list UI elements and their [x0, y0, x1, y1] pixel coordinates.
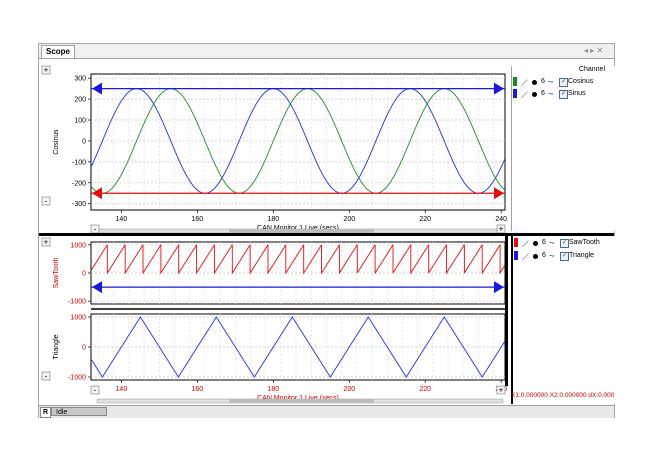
y-tick-label: -300: [72, 201, 86, 208]
x-tick-label: 200: [343, 216, 355, 223]
x-tick-label: 140: [116, 386, 128, 393]
y-tick-label: 0: [82, 271, 86, 278]
y-axis-label: Cosinus: [53, 129, 60, 155]
y-tick-label: 1000: [70, 315, 86, 322]
wave-icon[interactable]: ⏦: [548, 91, 554, 99]
y-tick-label: -1000: [68, 375, 86, 382]
top-chart[interactable]: 300 200 100 0 -100 -200 -300 140 160 180 200 220 240…: [39, 59, 511, 234]
h-scroll-thumb: [229, 399, 374, 403]
line-width[interactable]: 6: [541, 90, 545, 97]
bottom-chart[interactable]: 1000 0 -1000 SawTooth 1000 0 -1000 140 160 180 200…: [39, 236, 511, 404]
line-style-icon[interactable]: ／: [522, 252, 529, 262]
wave-icon[interactable]: ⏦: [549, 240, 555, 248]
scope-window: Scope ◂ ▸ ✕ 300 200 100 0 -100 -200 -300 140 160…: [38, 43, 616, 418]
line-width[interactable]: 6: [542, 239, 546, 246]
y-zoom-out-button-glyph: -: [45, 197, 48, 206]
line-width[interactable]: 6: [541, 78, 545, 85]
bottom-legend: ／ 6 ⏦ ✓ SawTooth ／ 6 ⏦ ✓ Triangle: [511, 236, 616, 404]
y-tick-label: -1000: [68, 299, 86, 306]
visible-checkbox[interactable]: ✓: [559, 90, 568, 99]
visible-checkbox[interactable]: ✓: [560, 252, 569, 261]
v-scrollbar: [505, 236, 508, 386]
visible-checkbox[interactable]: ✓: [559, 78, 568, 87]
plot-area: [90, 313, 506, 381]
tab-bar: Scope ◂ ▸ ✕: [39, 44, 614, 59]
y-axis-label: SawTooth: [53, 258, 60, 289]
legend-row-triangle[interactable]: ／ 6 ⏦ ✓ Triangle: [513, 251, 616, 262]
y-tick-label: 0: [82, 138, 86, 145]
color-swatch[interactable]: [514, 238, 518, 247]
x-tick-label: 220: [419, 386, 431, 393]
y-tick-label: 1000: [70, 242, 86, 249]
run-toggle-button[interactable]: R: [40, 407, 51, 418]
legend-label: SawTooth: [569, 239, 600, 246]
line-style-icon[interactable]: ／: [521, 78, 528, 88]
legend-header: Channel: [578, 66, 605, 73]
legend-row-cosinus[interactable]: ／ 6 ⏦ ✓ Cosinus: [512, 77, 615, 88]
color-swatch[interactable]: [513, 89, 517, 98]
legend-label: Cosinus: [568, 78, 594, 85]
cursor-readout: X1:0.000000 X2:0.000000 dX:0.000: [511, 392, 615, 399]
y-zoom-out-button-glyph: -: [45, 372, 48, 381]
plot-area: [90, 73, 506, 211]
x-tick-label: 180: [267, 386, 279, 393]
marker-icon[interactable]: [532, 92, 537, 97]
color-swatch[interactable]: [514, 251, 518, 260]
wave-icon[interactable]: ⏦: [549, 253, 555, 261]
wave-icon[interactable]: ⏦: [548, 79, 554, 87]
line-style-icon[interactable]: ／: [522, 239, 529, 249]
y-axis-label: Triangle: [53, 334, 60, 359]
y-zoom-in-button-glyph: +: [44, 66, 49, 75]
y-tick-label: 200: [74, 97, 86, 104]
run-state-indicator: Idle: [51, 407, 107, 416]
marker-icon[interactable]: [533, 241, 538, 246]
x-tick-label: 160: [192, 216, 204, 223]
status-bar: R Idle: [39, 405, 614, 418]
tab-controls[interactable]: ◂ ▸ ✕: [584, 45, 603, 57]
marker-icon[interactable]: [533, 254, 538, 259]
legend-row-sawtooth[interactable]: ／ 6 ⏦ ✓ SawTooth: [513, 238, 616, 249]
y-tick-label: 0: [82, 345, 86, 352]
y-tick-label: -200: [72, 180, 86, 187]
x-tick-label: 140: [116, 216, 128, 223]
y-tick-label: 300: [74, 76, 86, 83]
x-tick-label: 160: [192, 386, 204, 393]
x-tick-label: 220: [419, 216, 431, 223]
x-tick-label: 240: [495, 216, 507, 223]
line-style-icon[interactable]: ／: [521, 90, 528, 100]
tab-scope[interactable]: Scope: [41, 45, 76, 58]
visible-checkbox[interactable]: ✓: [560, 239, 569, 248]
legend-label: Sinus: [568, 90, 586, 97]
y-zoom-in-button-glyph: +: [44, 238, 49, 247]
top-legend: Channel ／ 6 ⏦ ✓ Cosinus ／ 6 ⏦ ✓ Sinus: [511, 66, 615, 231]
y-tick-label: -100: [72, 159, 86, 166]
y-tick-label: 100: [74, 118, 86, 125]
x-tick-label: 180: [267, 216, 279, 223]
legend-label: Triangle: [569, 252, 595, 259]
line-width[interactable]: 6: [542, 252, 546, 259]
legend-row-sinus[interactable]: ／ 6 ⏦ ✓ Sinus: [512, 89, 615, 100]
x-tick-label: 200: [343, 386, 355, 393]
marker-icon[interactable]: [532, 80, 537, 85]
x-zoom-out-button-glyph: -: [94, 386, 97, 395]
x-zoom-in-button-glyph: +: [499, 386, 504, 395]
color-swatch[interactable]: [513, 77, 517, 86]
